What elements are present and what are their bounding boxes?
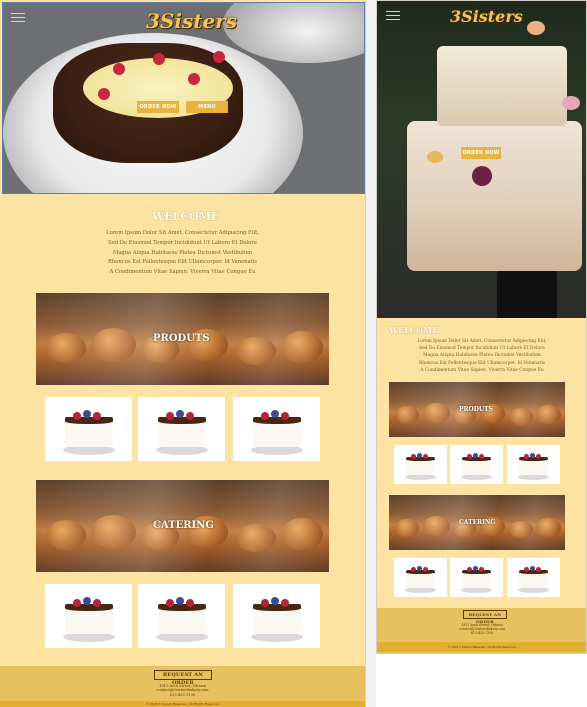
menu-button[interactable]: MENU — [186, 101, 228, 113]
catering-banner[interactable]: CATERING — [389, 495, 565, 550]
products-label: PRODUTS — [153, 333, 210, 344]
menu-hamburger-icon[interactable] — [386, 11, 400, 21]
copyright-bar: © 2024 3 Sisters Bakeries | All Rights R… — [377, 642, 586, 652]
order-now-button[interactable]: ORDER NOW — [137, 101, 179, 113]
phone-line: 613-425-1190 — [169, 692, 196, 697]
welcome-line: A Condimentum Vitae Sapien. Viverra Vita… — [420, 367, 544, 373]
products-banner[interactable]: PRODUTS — [36, 293, 329, 385]
desktop-hero: 3Sisters ORDER NOW MENU — [2, 2, 365, 194]
welcome-line: Sed Do Eiusmod Tempor Incididunt Ut Labo… — [108, 239, 257, 246]
logo[interactable]: 3Sisters — [450, 7, 523, 26]
product-card[interactable] — [45, 397, 132, 461]
welcome-line: Rhoncus Est Pellentesque Elit Ullamcorpe… — [418, 360, 546, 366]
welcome-line: A Condimentum Vitae Sapien. Viverra Vita… — [109, 269, 256, 276]
desktop-mockup: 3Sisters ORDER NOW MENU WELCOME Lorem Ip… — [0, 0, 366, 707]
catering-label: CATERING — [153, 520, 214, 531]
catering-banner[interactable]: CATERING — [36, 480, 329, 572]
welcome-line: Magna Aliqua.Habitasse Platea Dictumst V… — [423, 353, 541, 359]
welcome-line: Lorem Ipsum Dolor Sit Amet, Consectetur … — [106, 230, 259, 236]
welcome-title: WELCOME — [389, 325, 438, 335]
welcome-line: Magna Aliqua.Habitasse Platea Dictumst V… — [112, 249, 253, 256]
copyright-text: © 2024 3 Sisters Bakeries | All Rights R… — [447, 645, 516, 649]
hero-raspberry — [153, 53, 165, 65]
product-card[interactable] — [450, 445, 503, 484]
footer-address: 1911 Arch Street, Ottawa contact@3sister… — [417, 623, 547, 635]
catering-card[interactable] — [138, 584, 225, 648]
hero-fig — [472, 166, 492, 186]
hero-macaron — [527, 21, 545, 35]
hero-macaron — [562, 96, 580, 110]
hero-macaron — [427, 151, 443, 163]
hero-top-tier — [437, 46, 567, 126]
catering-card[interactable] — [507, 558, 560, 597]
welcome-line: Rhoncus Est Pellentesque Elit Ullamcorpe… — [108, 259, 257, 266]
copyright-text: © 2024 3 Sisters Bakeries | All Rights R… — [145, 702, 220, 706]
welcome-line: Sed Do Eiusmod Tempor Incididunt Ut Labo… — [419, 346, 545, 352]
footer-address: 1911 Arch Street, Ottawa contact@3sister… — [100, 684, 265, 697]
products-label: PRODUTS — [459, 406, 493, 413]
welcome-text: Lorem Ipsum Dolor Sit Amet, Consectetur … — [387, 338, 577, 374]
catering-card[interactable] — [233, 584, 320, 648]
request-order-button[interactable]: REQUEST AN ORDER — [154, 670, 212, 686]
request-order-button[interactable]: REQUEST AN ORDER — [463, 610, 507, 624]
mockup-divider — [366, 0, 376, 707]
hero-raspberry — [113, 63, 125, 75]
catering-card[interactable] — [45, 584, 132, 648]
desktop-footer: REQUEST AN ORDER 1911 Arch Street, Ottaw… — [0, 666, 365, 707]
menu-hamburger-icon[interactable] — [11, 13, 25, 23]
welcome-line: Lorem Ipsum Dolor Sit Amet, Consectetur … — [417, 339, 547, 344]
welcome-text: Lorem Ipsum Dolor Sit Amet, Consectetur … — [40, 229, 325, 278]
welcome-title: WELCOME — [152, 210, 220, 223]
mobile-footer: REQUEST AN ORDER 1911 Arch Street, Ottaw… — [377, 608, 586, 653]
copyright-bar: © 2024 3 Sisters Bakeries | All Rights R… — [0, 701, 365, 707]
logo[interactable]: 3Sisters — [146, 9, 237, 33]
product-card[interactable] — [233, 397, 320, 461]
mobile-mockup: 3Sisters ORDER NOW WELCOME Lorem Ipsum D… — [376, 0, 587, 654]
products-banner[interactable]: PRODUTS — [389, 382, 565, 437]
hero-raspberry — [213, 51, 225, 63]
product-card[interactable] — [138, 397, 225, 461]
mobile-hero: 3Sisters ORDER NOW — [377, 1, 586, 318]
phone-line: 613-425-1190 — [470, 630, 494, 635]
catering-card[interactable] — [394, 558, 447, 597]
hero-tall-cake — [407, 121, 582, 271]
hero-raspberry — [98, 88, 110, 100]
hero-raspberry — [188, 73, 200, 85]
order-now-button[interactable]: ORDER NOW — [461, 147, 501, 159]
product-card[interactable] — [507, 445, 560, 484]
catering-label: CATERING — [459, 519, 496, 526]
product-card[interactable] — [394, 445, 447, 484]
catering-card[interactable] — [450, 558, 503, 597]
